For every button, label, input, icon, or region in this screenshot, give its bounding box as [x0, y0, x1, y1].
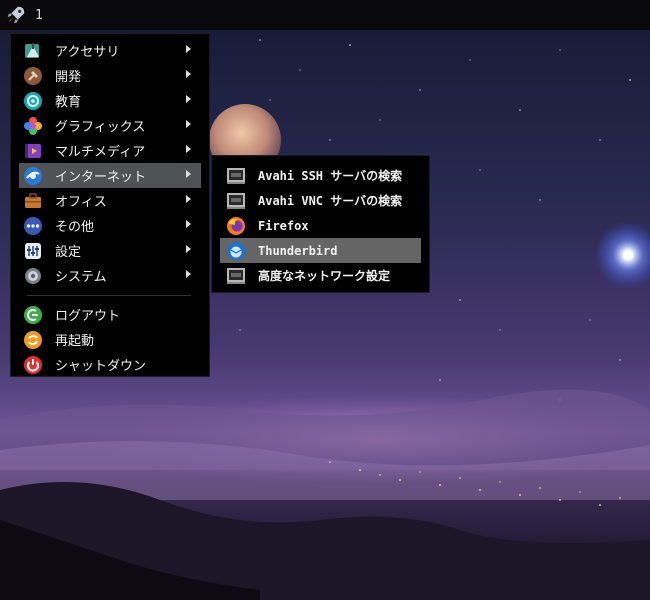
application-menu: アクセサリ 開発 教育 グラフィックス マルチメディア インターネット オフィス…: [10, 33, 210, 377]
submenu-item-network-settings[interactable]: 高度なネットワーク設定: [220, 263, 421, 288]
menu-item-education[interactable]: 教育: [19, 88, 201, 113]
office-icon: [25, 192, 41, 208]
menu-item-shutdown[interactable]: シャットダウン: [19, 352, 201, 377]
submenu-arrow-icon: [186, 45, 191, 53]
workspace-number[interactable]: 1: [35, 8, 43, 23]
multimedia-icon: [25, 143, 41, 158]
system-icon: [25, 267, 41, 284]
menu-separator: [27, 295, 191, 296]
submenu-arrow-icon: [186, 245, 191, 253]
accessories-icon: [25, 42, 39, 58]
menu-item-office[interactable]: オフィス: [19, 188, 201, 213]
internet-submenu: Avahi SSH サーバの検索 Avahi VNC サーバの検索 Firefo…: [211, 155, 430, 293]
submenu-item-avahi-vnc[interactable]: Avahi VNC サーバの検索: [220, 188, 421, 213]
submenu-arrow-icon: [186, 220, 191, 228]
top-panel: 1: [0, 0, 650, 30]
menu-item-accessories[interactable]: アクセサリ: [19, 38, 201, 63]
submenu-arrow-icon: [186, 120, 191, 128]
development-icon: [24, 66, 42, 85]
menu-item-settings[interactable]: 設定: [19, 238, 201, 263]
graphics-icon: [24, 116, 42, 135]
menu-item-system[interactable]: システム: [19, 263, 201, 288]
rocket-icon[interactable]: [5, 4, 27, 26]
submenu-item-thunderbird[interactable]: Thunderbird: [220, 238, 421, 263]
network-settings-icon: [227, 267, 245, 284]
submenu-arrow-icon: [186, 70, 191, 78]
submenu-arrow-icon: [186, 170, 191, 178]
submenu-arrow-icon: [186, 195, 191, 203]
other-icon: [24, 216, 42, 235]
menu-item-development[interactable]: 開発: [19, 63, 201, 88]
menu-item-graphics[interactable]: グラフィックス: [19, 113, 201, 138]
menu-item-multimedia[interactable]: マルチメディア: [19, 138, 201, 163]
submenu-arrow-icon: [186, 95, 191, 103]
network-server-icon: [227, 192, 245, 209]
network-server-icon: [227, 167, 245, 184]
education-icon: [24, 91, 42, 110]
shutdown-icon: [24, 355, 42, 374]
submenu-arrow-icon: [186, 145, 191, 153]
menu-item-other[interactable]: その他: [19, 213, 201, 238]
logout-icon: [24, 305, 42, 324]
menu-item-internet[interactable]: インターネット: [19, 163, 201, 188]
menu-item-logout[interactable]: ログアウト: [19, 302, 201, 327]
menu-item-reboot[interactable]: 再起動: [19, 327, 201, 352]
internet-icon: [24, 166, 42, 185]
firefox-icon: [227, 216, 245, 235]
thunderbird-icon: [227, 241, 245, 260]
submenu-item-avahi-ssh[interactable]: Avahi SSH サーバの検索: [220, 163, 421, 188]
submenu-item-firefox[interactable]: Firefox: [220, 213, 421, 238]
submenu-arrow-icon: [186, 270, 191, 278]
settings-icon: [25, 242, 41, 259]
reboot-icon: [24, 330, 42, 349]
